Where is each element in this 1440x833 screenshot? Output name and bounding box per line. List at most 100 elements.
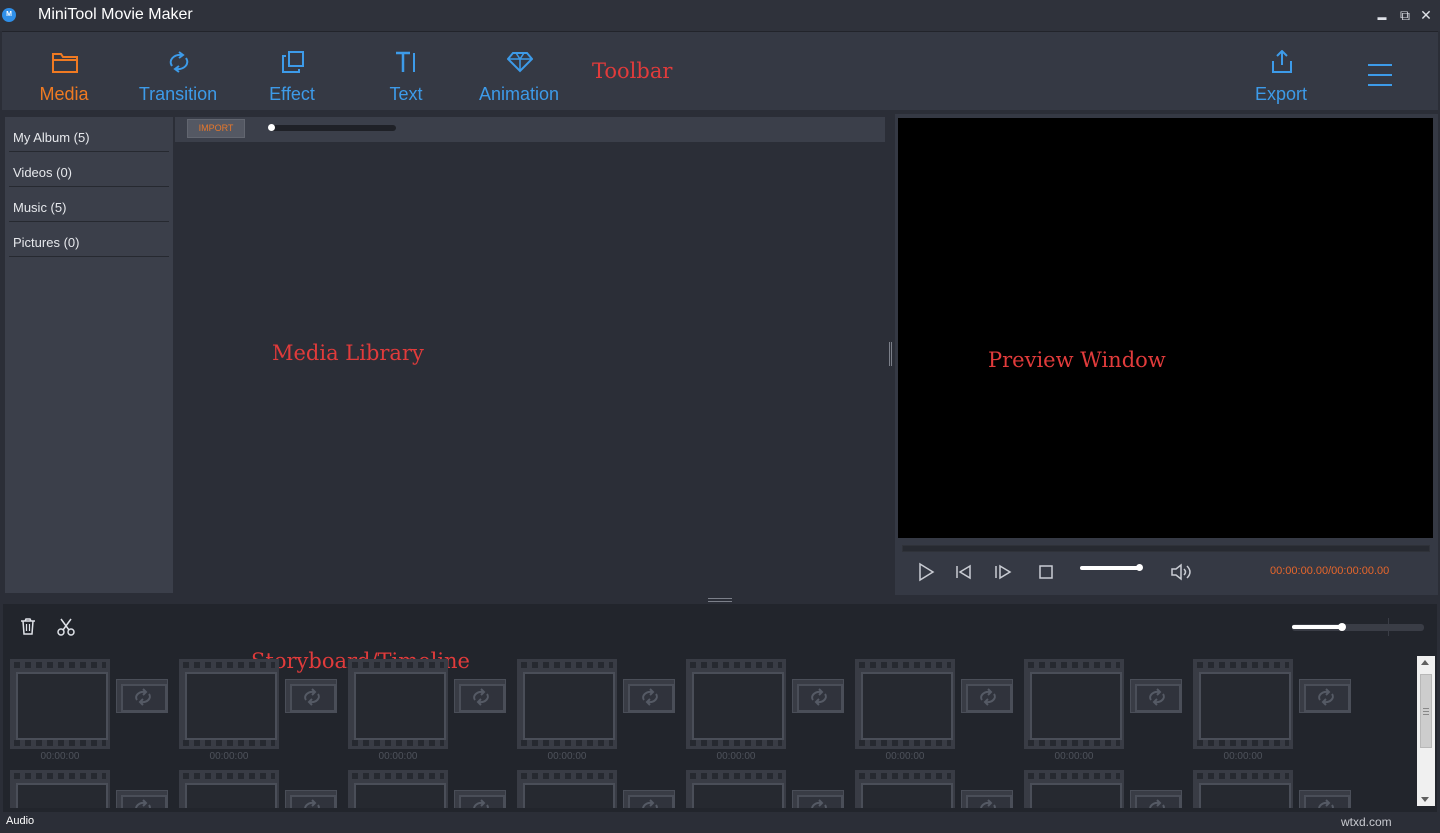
film-holes bbox=[352, 773, 444, 779]
media-library: IMPORT Media Library bbox=[175, 117, 885, 593]
next-frame-button[interactable] bbox=[992, 561, 1014, 583]
clip-duration: 00:00:00 bbox=[10, 751, 110, 762]
tab-media[interactable]: Media bbox=[9, 32, 119, 111]
play-icon bbox=[915, 561, 937, 583]
close-button[interactable]: ✕ bbox=[1418, 6, 1434, 24]
clip-slot[interactable]: 00:00:00 bbox=[179, 770, 279, 808]
film-frame-icon bbox=[348, 659, 448, 749]
clip-slot[interactable]: 00:00:00 bbox=[855, 659, 955, 749]
category-pictures[interactable]: Pictures (0) bbox=[9, 222, 169, 257]
volume-button[interactable] bbox=[1169, 561, 1195, 583]
transition-slot[interactable] bbox=[285, 679, 337, 713]
effect-icon bbox=[280, 50, 306, 74]
preview-window-annotation: Preview Window bbox=[988, 348, 1166, 372]
transition-slot[interactable] bbox=[792, 679, 844, 713]
scroll-up-arrow-icon[interactable] bbox=[1421, 660, 1429, 665]
clip-slot[interactable]: 00:00:00 bbox=[1024, 770, 1124, 808]
scroll-down-arrow-icon[interactable] bbox=[1421, 797, 1429, 802]
clip-slot[interactable]: 00:00:00 bbox=[1024, 659, 1124, 749]
transition-slot[interactable] bbox=[116, 679, 168, 713]
film-frame-icon bbox=[1193, 659, 1293, 749]
play-button[interactable] bbox=[915, 561, 937, 583]
scrollbar-thumb[interactable] bbox=[1420, 674, 1432, 748]
transition-slot[interactable] bbox=[1130, 790, 1182, 808]
minimize-button[interactable]: ▬ bbox=[1374, 6, 1390, 24]
clip-slot[interactable]: 00:00:00 bbox=[517, 659, 617, 749]
transition-slot[interactable] bbox=[623, 679, 675, 713]
next-frame-icon bbox=[992, 561, 1014, 583]
timeline-zoom-handle[interactable] bbox=[1338, 623, 1346, 631]
film-holes bbox=[690, 662, 782, 668]
clip-duration: 00:00:00 bbox=[179, 751, 279, 762]
export-button[interactable]: Export bbox=[1226, 32, 1336, 111]
clip-slot[interactable]: 00:00:00 bbox=[855, 770, 955, 808]
film-holes bbox=[352, 662, 444, 668]
volume-slider-handle[interactable] bbox=[1136, 564, 1143, 571]
clip-slot[interactable]: 00:00:00 bbox=[10, 659, 110, 749]
vertical-splitter-handle[interactable] bbox=[889, 342, 892, 366]
transition-slot[interactable] bbox=[116, 790, 168, 808]
tab-effect-label: Effect bbox=[237, 84, 347, 105]
volume-slider[interactable] bbox=[1080, 566, 1140, 570]
clip-slot[interactable]: 00:00:00 bbox=[348, 659, 448, 749]
film-holes bbox=[859, 773, 951, 779]
clip-slot[interactable]: 00:00:00 bbox=[1193, 770, 1293, 808]
thumbnail-size-slider[interactable] bbox=[269, 125, 396, 131]
category-music[interactable]: Music (5) bbox=[9, 187, 169, 222]
delete-button[interactable] bbox=[18, 617, 38, 637]
transition-icon bbox=[1316, 688, 1336, 706]
transition-slot[interactable] bbox=[961, 679, 1013, 713]
main-toolbar: Media Transition Effect Text Animation T… bbox=[2, 31, 1438, 110]
film-holes bbox=[859, 740, 951, 746]
storyboard-track: 00:00:00 00:00:00 00:00:00 00:00:00 00:00:00… bbox=[10, 655, 1415, 808]
transition-slot[interactable] bbox=[623, 790, 675, 808]
transition-slot[interactable] bbox=[961, 790, 1013, 808]
tab-effect[interactable]: Effect bbox=[237, 32, 347, 111]
transition-icon bbox=[809, 799, 829, 808]
clip-slot[interactable]: 00:00:00 bbox=[686, 770, 786, 808]
film-holes bbox=[859, 662, 951, 668]
transition-slot[interactable] bbox=[1299, 790, 1351, 808]
thumbnail-size-slider-handle[interactable] bbox=[268, 124, 275, 131]
transition-icon bbox=[133, 799, 153, 808]
category-videos[interactable]: Videos (0) bbox=[9, 152, 169, 187]
scissors-icon bbox=[56, 617, 76, 637]
clip-slot[interactable]: 00:00:00 bbox=[517, 770, 617, 808]
clip-slot[interactable]: 00:00:00 bbox=[686, 659, 786, 749]
timeline-scrollbar[interactable] bbox=[1417, 656, 1435, 806]
category-my-album[interactable]: My Album (5) bbox=[9, 117, 169, 152]
transition-icon bbox=[809, 688, 829, 706]
toolbar-annotation: Toolbar bbox=[592, 59, 672, 83]
tab-transition[interactable]: Transition bbox=[123, 32, 233, 111]
transition-slot[interactable] bbox=[792, 790, 844, 808]
previous-frame-button[interactable] bbox=[953, 561, 975, 583]
film-holes bbox=[1197, 740, 1289, 746]
category-panel: My Album (5) Videos (0) Music (5) Pictur… bbox=[5, 117, 173, 593]
transition-slot[interactable] bbox=[285, 790, 337, 808]
transition-icon bbox=[978, 688, 998, 706]
timeline-zoom-tick bbox=[1388, 618, 1389, 636]
import-button[interactable]: IMPORT bbox=[187, 119, 245, 138]
clip-slot[interactable]: 00:00:00 bbox=[1193, 659, 1293, 749]
hamburger-menu-icon[interactable] bbox=[1368, 64, 1392, 86]
clip-slot[interactable]: 00:00:00 bbox=[179, 659, 279, 749]
transition-icon bbox=[1147, 799, 1167, 808]
playback-progress-bar[interactable] bbox=[902, 545, 1430, 552]
tab-animation[interactable]: Animation bbox=[464, 32, 574, 111]
transition-slot[interactable] bbox=[454, 790, 506, 808]
transition-slot[interactable] bbox=[454, 679, 506, 713]
restore-button[interactable]: ⧉ bbox=[1397, 6, 1413, 24]
transition-slot[interactable] bbox=[1130, 679, 1182, 713]
film-frame-icon bbox=[10, 659, 110, 749]
split-button[interactable] bbox=[56, 617, 76, 637]
horizontal-splitter-handle[interactable] bbox=[708, 598, 732, 602]
transition-slot[interactable] bbox=[1299, 679, 1351, 713]
film-holes bbox=[690, 740, 782, 746]
transition-icon bbox=[302, 799, 322, 808]
transition-icon bbox=[1316, 799, 1336, 808]
stop-button[interactable] bbox=[1035, 561, 1057, 583]
film-frame-icon bbox=[517, 659, 617, 749]
tab-text[interactable]: Text bbox=[351, 32, 461, 111]
clip-slot[interactable]: 00:00:00 bbox=[348, 770, 448, 808]
clip-slot[interactable]: 00:00:00 bbox=[10, 770, 110, 808]
